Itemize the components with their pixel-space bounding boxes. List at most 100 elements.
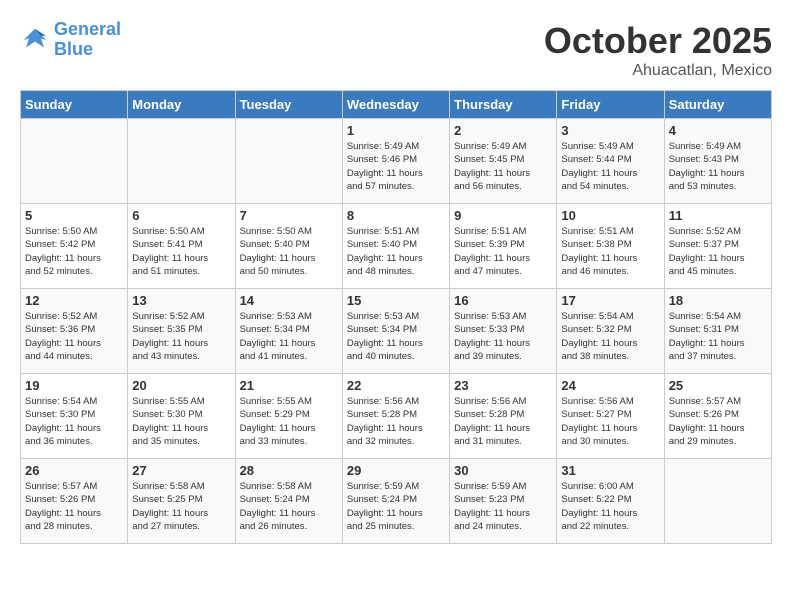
week-row-1: 5Sunrise: 5:50 AM Sunset: 5:42 PM Daylig… (21, 204, 772, 289)
day-number: 21 (240, 378, 338, 393)
logo-blue: Blue (54, 39, 93, 59)
calendar-cell: 24 Sunrise: 5:56 AM Sunset: 5:27 PM Dayli… (557, 374, 664, 459)
cell-content: Sunrise: 5:50 AM Sunset: 5:41 PM Dayligh… (132, 225, 230, 278)
cell-content: Sunrise: 5:52 AM Sunset: 5:36 PM Dayligh… (25, 310, 123, 363)
calendar-cell: 19 Sunrise: 5:54 AM Sunset: 5:30 PM Dayli… (21, 374, 128, 459)
cell-content: Sunrise: 5:50 AM Sunset: 5:40 PM Dayligh… (240, 225, 338, 278)
title-block: October 2025 Ahuacatlan, Mexico (544, 20, 772, 80)
week-row-2: 12 Sunrise: 5:52 AM Sunset: 5:36 PM Dayli… (21, 289, 772, 374)
cell-content: Sunrise: 5:57 AM Sunset: 5:26 PM Dayligh… (669, 395, 767, 448)
calendar-cell: 22Sunrise: 5:56 AM Sunset: 5:28 PM Dayli… (342, 374, 449, 459)
calendar-cell: 17Sunrise: 5:54 AM Sunset: 5:32 PM Dayli… (557, 289, 664, 374)
cell-content: Sunrise: 5:55 AM Sunset: 5:30 PM Dayligh… (132, 395, 230, 448)
calendar-cell: 2 Sunrise: 5:49 AM Sunset: 5:45 PM Daylig… (450, 119, 557, 204)
calendar-cell: 23Sunrise: 5:56 AM Sunset: 5:28 PM Dayli… (450, 374, 557, 459)
cell-content: Sunrise: 5:49 AM Sunset: 5:45 PM Dayligh… (454, 140, 552, 193)
col-tuesday: Tuesday (235, 91, 342, 119)
calendar-cell: 29 Sunrise: 5:59 AM Sunset: 5:24 PM Dayli… (342, 459, 449, 544)
calendar-cell: 9Sunrise: 5:51 AM Sunset: 5:39 PM Daylig… (450, 204, 557, 289)
calendar-cell: 15 Sunrise: 5:53 AM Sunset: 5:34 PM Dayli… (342, 289, 449, 374)
cell-content: Sunrise: 5:49 AM Sunset: 5:46 PM Dayligh… (347, 140, 445, 193)
day-number: 4 (669, 123, 767, 138)
cell-content: Sunrise: 5:58 AM Sunset: 5:24 PM Dayligh… (240, 480, 338, 533)
cell-content: Sunrise: 5:54 AM Sunset: 5:32 PM Dayligh… (561, 310, 659, 363)
calendar-cell: 12 Sunrise: 5:52 AM Sunset: 5:36 PM Dayli… (21, 289, 128, 374)
day-number: 31 (561, 463, 659, 478)
day-number: 29 (347, 463, 445, 478)
cell-content: Sunrise: 5:59 AM Sunset: 5:23 PM Dayligh… (454, 480, 552, 533)
week-row-3: 19 Sunrise: 5:54 AM Sunset: 5:30 PM Dayli… (21, 374, 772, 459)
cell-content: Sunrise: 5:51 AM Sunset: 5:40 PM Dayligh… (347, 225, 445, 278)
cell-content: Sunrise: 5:54 AM Sunset: 5:31 PM Dayligh… (669, 310, 767, 363)
calendar-cell: 20 Sunrise: 5:55 AM Sunset: 5:30 PM Dayli… (128, 374, 235, 459)
calendar-cell: 18 Sunrise: 5:54 AM Sunset: 5:31 PM Dayli… (664, 289, 771, 374)
day-number: 15 (347, 293, 445, 308)
day-number: 28 (240, 463, 338, 478)
header-row: Sunday Monday Tuesday Wednesday Thursday… (21, 91, 772, 119)
col-monday: Monday (128, 91, 235, 119)
calendar-cell: 30 Sunrise: 5:59 AM Sunset: 5:23 PM Dayli… (450, 459, 557, 544)
logo: General Blue (20, 20, 121, 60)
day-number: 13 (132, 293, 230, 308)
calendar-table: Sunday Monday Tuesday Wednesday Thursday… (20, 90, 772, 544)
col-friday: Friday (557, 91, 664, 119)
day-number: 20 (132, 378, 230, 393)
calendar-cell: 1Sunrise: 5:49 AM Sunset: 5:46 PM Daylig… (342, 119, 449, 204)
week-row-0: 1Sunrise: 5:49 AM Sunset: 5:46 PM Daylig… (21, 119, 772, 204)
calendar-cell: 8 Sunrise: 5:51 AM Sunset: 5:40 PM Daylig… (342, 204, 449, 289)
calendar-cell: 25 Sunrise: 5:57 AM Sunset: 5:26 PM Dayli… (664, 374, 771, 459)
cell-content: Sunrise: 5:58 AM Sunset: 5:25 PM Dayligh… (132, 480, 230, 533)
day-number: 2 (454, 123, 552, 138)
day-number: 12 (25, 293, 123, 308)
cell-content: Sunrise: 5:49 AM Sunset: 5:44 PM Dayligh… (561, 140, 659, 193)
col-wednesday: Wednesday (342, 91, 449, 119)
cell-content: Sunrise: 6:00 AM Sunset: 5:22 PM Dayligh… (561, 480, 659, 533)
cell-content: Sunrise: 5:54 AM Sunset: 5:30 PM Dayligh… (25, 395, 123, 448)
day-number: 19 (25, 378, 123, 393)
cell-content: Sunrise: 5:52 AM Sunset: 5:37 PM Dayligh… (669, 225, 767, 278)
day-number: 14 (240, 293, 338, 308)
cell-content: Sunrise: 5:50 AM Sunset: 5:42 PM Dayligh… (25, 225, 123, 278)
day-number: 30 (454, 463, 552, 478)
cell-content: Sunrise: 5:59 AM Sunset: 5:24 PM Dayligh… (347, 480, 445, 533)
cell-content: Sunrise: 5:53 AM Sunset: 5:34 PM Dayligh… (347, 310, 445, 363)
calendar-cell: 11 Sunrise: 5:52 AM Sunset: 5:37 PM Dayli… (664, 204, 771, 289)
logo-icon (20, 25, 50, 55)
cell-content: Sunrise: 5:55 AM Sunset: 5:29 PM Dayligh… (240, 395, 338, 448)
calendar-cell: 5Sunrise: 5:50 AM Sunset: 5:42 PM Daylig… (21, 204, 128, 289)
calendar-cell: 27Sunrise: 5:58 AM Sunset: 5:25 PM Dayli… (128, 459, 235, 544)
calendar-cell: 31 Sunrise: 6:00 AM Sunset: 5:22 PM Dayli… (557, 459, 664, 544)
day-number: 6 (132, 208, 230, 223)
calendar-cell: 13 Sunrise: 5:52 AM Sunset: 5:35 PM Dayli… (128, 289, 235, 374)
calendar-cell (235, 119, 342, 204)
day-number: 18 (669, 293, 767, 308)
col-saturday: Saturday (664, 91, 771, 119)
day-number: 11 (669, 208, 767, 223)
day-number: 25 (669, 378, 767, 393)
cell-content: Sunrise: 5:57 AM Sunset: 5:26 PM Dayligh… (25, 480, 123, 533)
day-number: 7 (240, 208, 338, 223)
cell-content: Sunrise: 5:52 AM Sunset: 5:35 PM Dayligh… (132, 310, 230, 363)
cell-content: Sunrise: 5:53 AM Sunset: 5:33 PM Dayligh… (454, 310, 552, 363)
calendar-cell (21, 119, 128, 204)
calendar-cell: 3 Sunrise: 5:49 AM Sunset: 5:44 PM Daylig… (557, 119, 664, 204)
day-number: 8 (347, 208, 445, 223)
calendar-cell: 16 Sunrise: 5:53 AM Sunset: 5:33 PM Dayli… (450, 289, 557, 374)
week-row-4: 26 Sunrise: 5:57 AM Sunset: 5:26 PM Dayli… (21, 459, 772, 544)
day-number: 26 (25, 463, 123, 478)
day-number: 16 (454, 293, 552, 308)
calendar-cell: 14Sunrise: 5:53 AM Sunset: 5:34 PM Dayli… (235, 289, 342, 374)
calendar-cell: 10Sunrise: 5:51 AM Sunset: 5:38 PM Dayli… (557, 204, 664, 289)
calendar-cell (664, 459, 771, 544)
day-number: 10 (561, 208, 659, 223)
day-number: 23 (454, 378, 552, 393)
day-number: 3 (561, 123, 659, 138)
col-sunday: Sunday (21, 91, 128, 119)
cell-content: Sunrise: 5:51 AM Sunset: 5:39 PM Dayligh… (454, 225, 552, 278)
calendar-cell (128, 119, 235, 204)
day-number: 24 (561, 378, 659, 393)
calendar-cell: 6 Sunrise: 5:50 AM Sunset: 5:41 PM Daylig… (128, 204, 235, 289)
month-title: October 2025 (544, 20, 772, 62)
cell-content: Sunrise: 5:56 AM Sunset: 5:27 PM Dayligh… (561, 395, 659, 448)
calendar-cell: 21 Sunrise: 5:55 AM Sunset: 5:29 PM Dayli… (235, 374, 342, 459)
